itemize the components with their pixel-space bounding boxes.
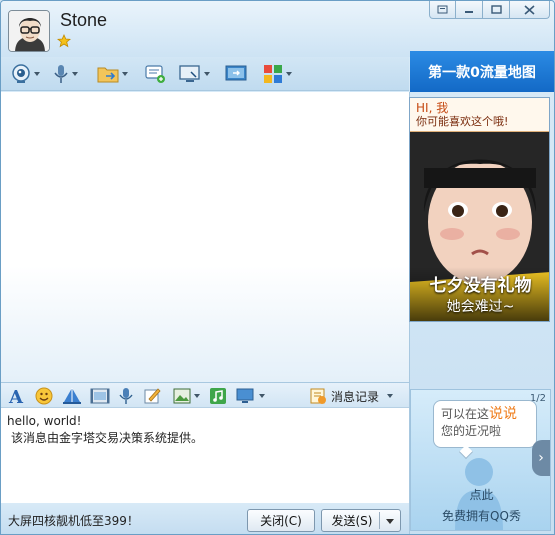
film-icon: [90, 388, 110, 404]
music-button[interactable]: [209, 386, 227, 406]
restore-icon[interactable]: [429, 1, 456, 19]
promo-banner[interactable]: 第一款0流量地图: [410, 51, 554, 92]
send-label: 发送(S): [331, 514, 373, 528]
history-icon: [310, 388, 326, 404]
send-options-arrow-icon[interactable]: [386, 519, 394, 524]
bubble-line-2: 您的近况啦: [441, 424, 502, 438]
apps-button[interactable]: [263, 63, 292, 85]
screen-share-icon: [225, 65, 247, 81]
screen-share-small-button[interactable]: [236, 386, 265, 406]
bubble-highlight: 说说: [489, 406, 518, 422]
music-note-icon: [210, 388, 226, 404]
microphone-icon: [119, 388, 133, 404]
send-sms-button[interactable]: [145, 63, 167, 85]
window-controls: [429, 1, 550, 19]
ad-top-header: HI, 我 你可能喜欢这个哦!: [410, 98, 549, 132]
webcam-icon: [12, 64, 30, 83]
minimize-icon[interactable]: [456, 1, 483, 19]
font-button[interactable]: A: [7, 386, 25, 406]
monitor-icon: [179, 65, 200, 82]
gif-button[interactable]: [90, 386, 110, 406]
input-line-1: hello, world!: [7, 414, 82, 428]
folder-icon: [97, 67, 119, 83]
format-toolbar: A 消息记录: [1, 382, 409, 408]
ad-panel-top[interactable]: HI, 我 你可能喜欢这个哦! 七夕没有礼物 她会难过~: [409, 97, 550, 322]
avatar[interactable]: [8, 10, 50, 52]
message-input[interactable]: hello, world! 该消息由金字塔交易决策系统提供。: [1, 408, 409, 503]
maximize-icon[interactable]: [483, 1, 510, 19]
pencil-note-icon: [144, 388, 161, 404]
send-button[interactable]: 发送(S): [321, 509, 401, 532]
chat-window: Stone 第一款0流量地图 HI, 我 你可能喜欢这个哦! 七夕没有礼物 她会…: [0, 0, 555, 535]
share-screen-button[interactable]: [225, 63, 247, 85]
chat-history-area[interactable]: [1, 92, 409, 382]
main-toolbar: [1, 57, 409, 91]
bottom-bar: 大屏四核靓机低至399！ 关闭(C) 发送(S): [1, 503, 409, 534]
shake-button[interactable]: [62, 386, 82, 406]
font-icon: A: [8, 387, 24, 405]
qq-show-panel[interactable]: 1/2 可以在这说说 您的近况啦 点此 免费拥有QQ秀 ›: [410, 389, 551, 531]
emoji-button[interactable]: [35, 386, 53, 406]
svg-text:A: A: [8, 387, 24, 405]
sail-icon: [63, 388, 81, 404]
ad-top-headline: 七夕没有礼物: [429, 276, 532, 296]
promo-link[interactable]: 大屏四核靓机低至399！: [8, 512, 139, 529]
history-label: 消息记录: [331, 389, 380, 404]
doodle-button[interactable]: [144, 386, 162, 406]
voice-message-button[interactable]: [118, 386, 134, 406]
video-call-button[interactable]: [11, 63, 40, 85]
input-line-2: 该消息由金字塔交易决策系统提供。: [11, 431, 204, 445]
contact-name: Stone: [60, 10, 108, 30]
monitor-icon: [236, 388, 254, 403]
send-split-divider: [379, 512, 380, 529]
screenshot-button[interactable]: [173, 386, 200, 406]
title-bar[interactable]: Stone: [1, 1, 554, 57]
message-icon: [145, 65, 165, 83]
apps-grid-icon: [264, 65, 282, 83]
ad-top-subtitle: 你可能喜欢这个哦!: [416, 115, 509, 128]
ad-top-greeting: HI, 我: [416, 101, 449, 115]
qq-show-cta-line-1[interactable]: 点此: [411, 486, 550, 503]
speech-bubble: 可以在这说说 您的近况啦: [433, 400, 537, 448]
close-button[interactable]: 关闭(C): [247, 509, 315, 532]
voice-call-button[interactable]: [53, 63, 78, 85]
image-icon: [173, 388, 191, 404]
microphone-icon: [54, 65, 68, 83]
ad-top-caption: 七夕没有礼物 她会难过~: [410, 267, 549, 321]
star-level-icon[interactable]: [56, 34, 72, 48]
send-file-button[interactable]: [97, 63, 128, 85]
remote-assist-button[interactable]: [179, 63, 210, 85]
message-history-button[interactable]: 消息记录: [309, 386, 394, 406]
qq-show-cta-line-2[interactable]: 免费拥有QQ秀: [411, 507, 550, 524]
smiley-icon: [35, 387, 53, 405]
close-icon[interactable]: [510, 1, 550, 19]
ad-top-tagline: 她会难过~: [446, 299, 515, 315]
next-arrow-icon[interactable]: ›: [532, 440, 550, 476]
bubble-prefix: 可以在这: [441, 407, 490, 421]
